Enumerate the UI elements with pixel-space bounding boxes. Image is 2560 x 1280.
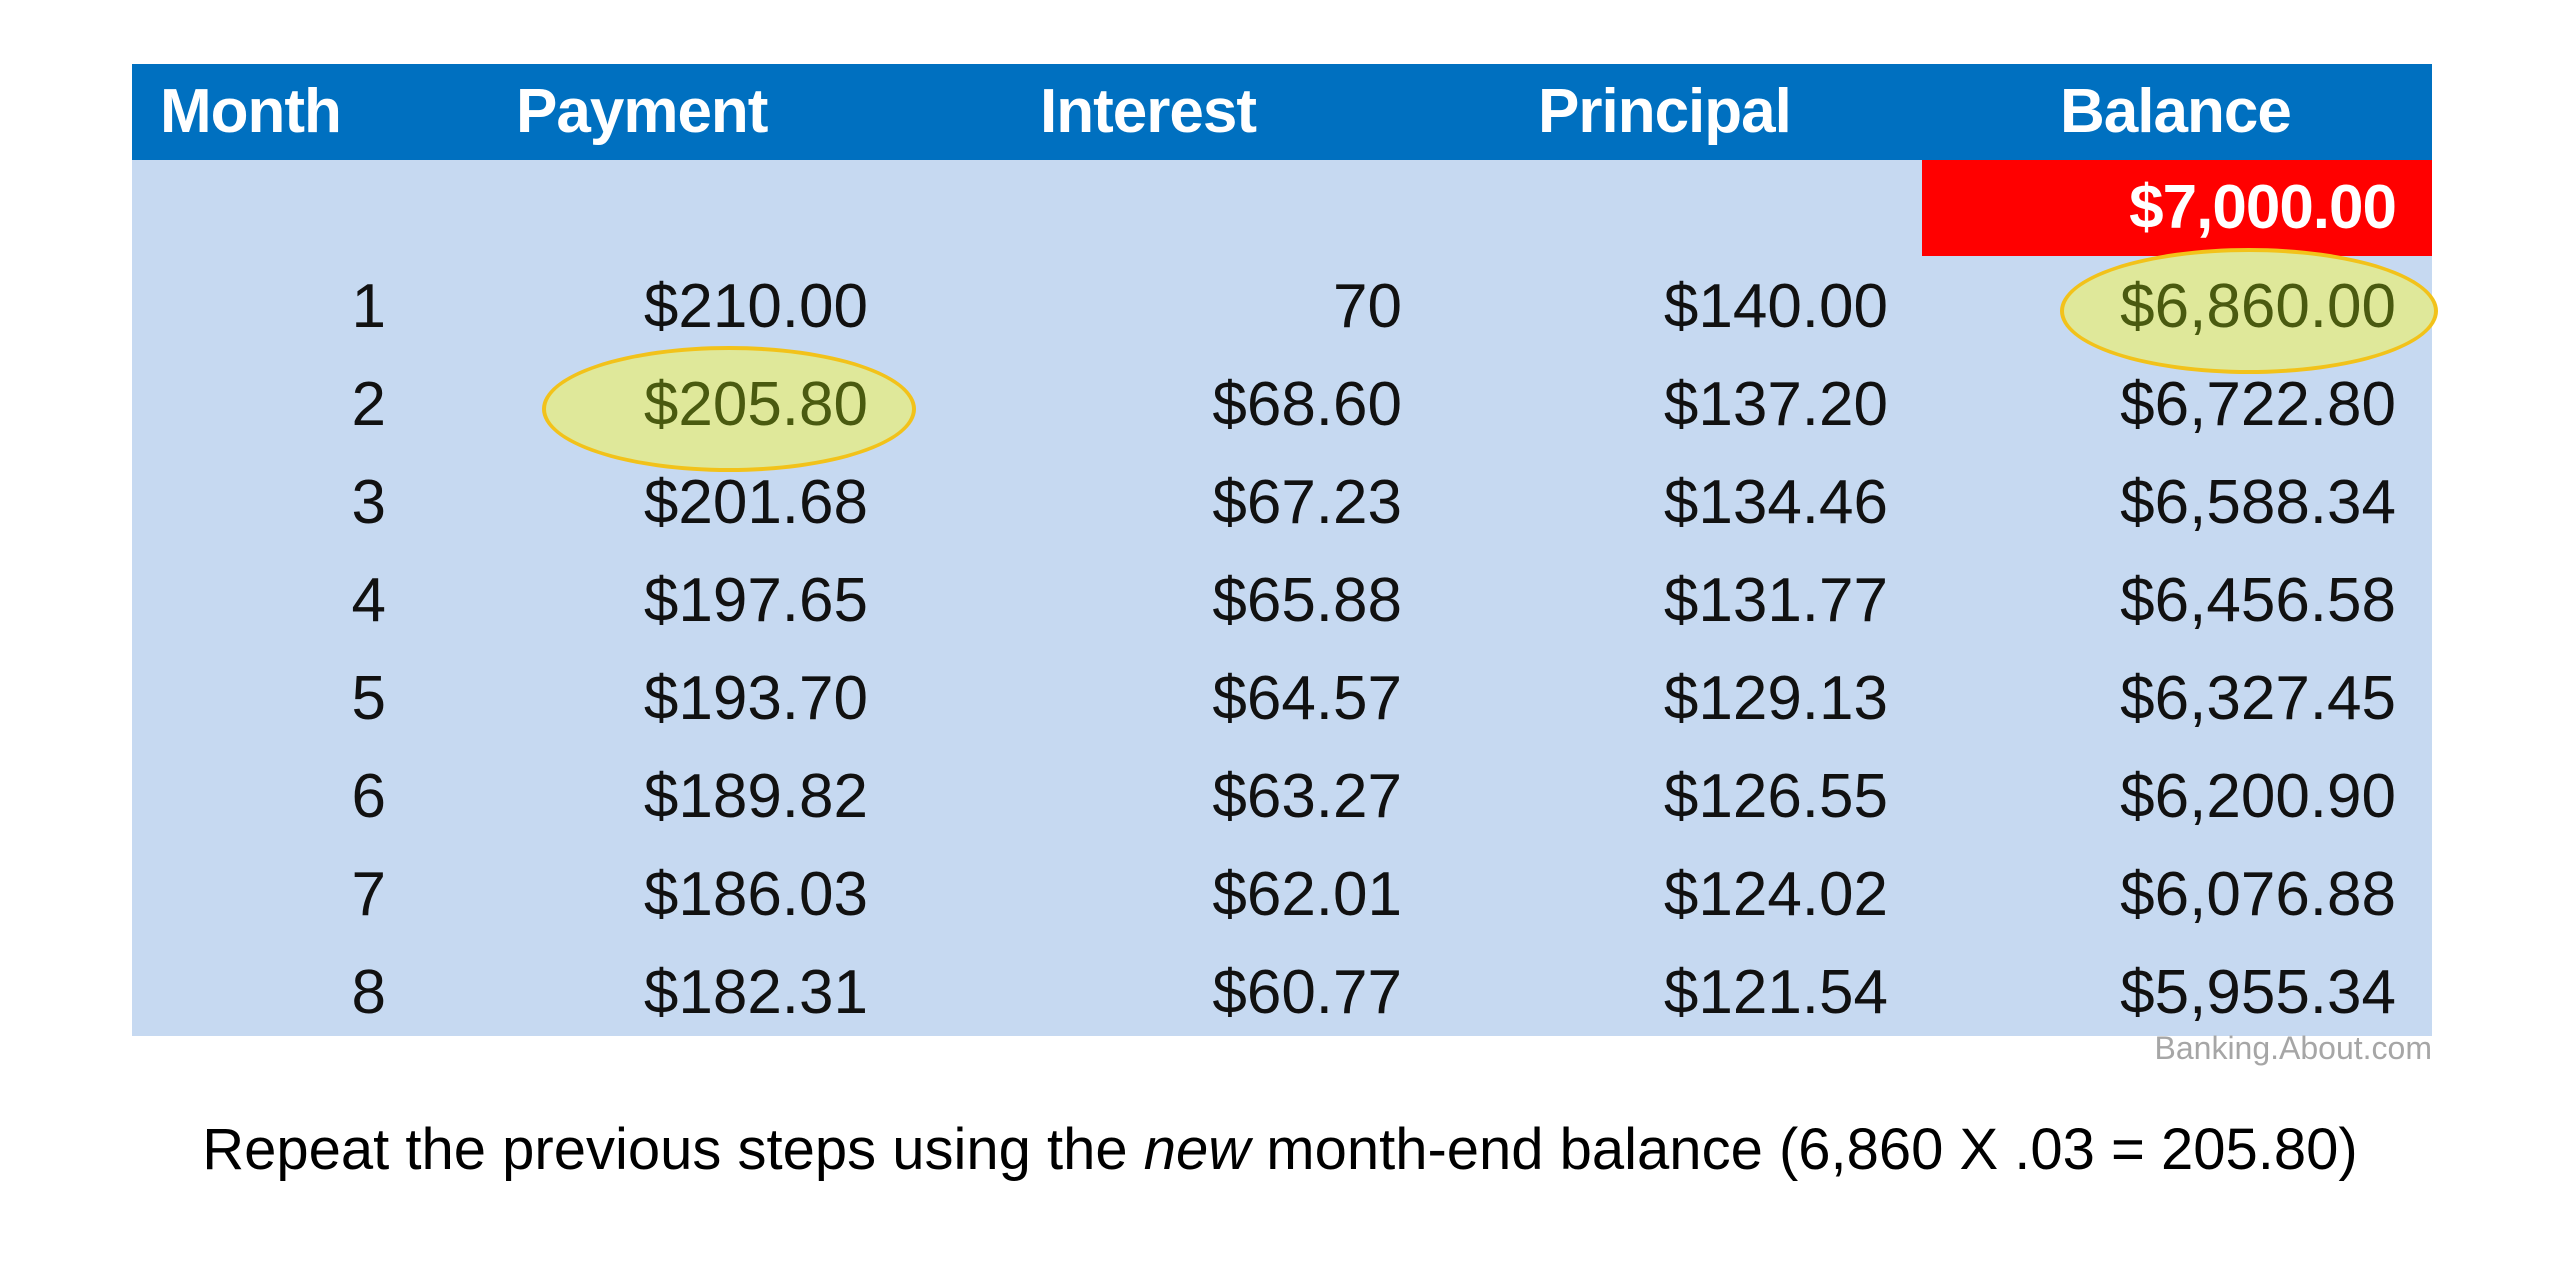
cell-balance: $6,860.00 bbox=[2120, 272, 2396, 341]
header-balance: Balance bbox=[2060, 77, 2292, 146]
amortization-table: Month Payment Interest Principal Balance… bbox=[132, 64, 2438, 1036]
source-credit: Banking.About.com bbox=[2154, 1030, 2433, 1066]
starting-balance-cell: $7,000.00 bbox=[1922, 160, 2432, 256]
caption: Repeat the previous steps using the new … bbox=[0, 1116, 2560, 1183]
cell-balance: $5,955.34 bbox=[2120, 958, 2396, 1027]
table-row: 5 $193.70 $64.57 $129.13 $6,327.45 bbox=[132, 650, 2432, 748]
header-principal: Principal bbox=[1538, 77, 1792, 146]
table-row: 3 $201.68 $67.23 $134.46 $6,588.34 bbox=[132, 454, 2432, 552]
cell-balance: $6,200.90 bbox=[2120, 762, 2396, 831]
header-month: Month bbox=[160, 77, 342, 146]
table-row: 7 $186.03 $62.01 $124.02 $6,076.88 bbox=[132, 846, 2432, 944]
header-interest: Interest bbox=[1040, 77, 1257, 146]
cell-balance: $6,456.58 bbox=[2120, 566, 2396, 635]
cell-balance: $6,327.45 bbox=[2120, 664, 2396, 733]
table-row: 8 $182.31 $60.77 $121.54 $5,955.34 bbox=[132, 944, 2432, 1042]
table-row: 1 $210.00 70 $140.00 $6,860.00 bbox=[132, 258, 2432, 356]
table-header: Month Payment Interest Principal Balance bbox=[132, 64, 2432, 160]
table-row: 2 $205.80 $68.60 $137.20 $6,722.80 bbox=[132, 356, 2432, 454]
table-row: 6 $189.82 $63.27 $126.55 $6,200.90 bbox=[132, 748, 2432, 846]
caption-text: Repeat the previous steps using the bbox=[202, 1117, 1144, 1182]
cell-balance: $6,076.88 bbox=[2120, 860, 2396, 929]
caption-text-end: month-end balance (6,860 X .03 = 205.80) bbox=[1250, 1117, 2358, 1182]
table-row: 4 $197.65 $65.88 $131.77 $6,456.58 bbox=[132, 552, 2432, 650]
caption-emphasis: new bbox=[1143, 1117, 1251, 1182]
cell-balance: $6,588.34 bbox=[2120, 468, 2396, 537]
header-payment: Payment bbox=[516, 77, 768, 146]
cell-balance: $6,722.80 bbox=[2120, 370, 2396, 439]
starting-balance: $7,000.00 bbox=[2129, 173, 2397, 242]
